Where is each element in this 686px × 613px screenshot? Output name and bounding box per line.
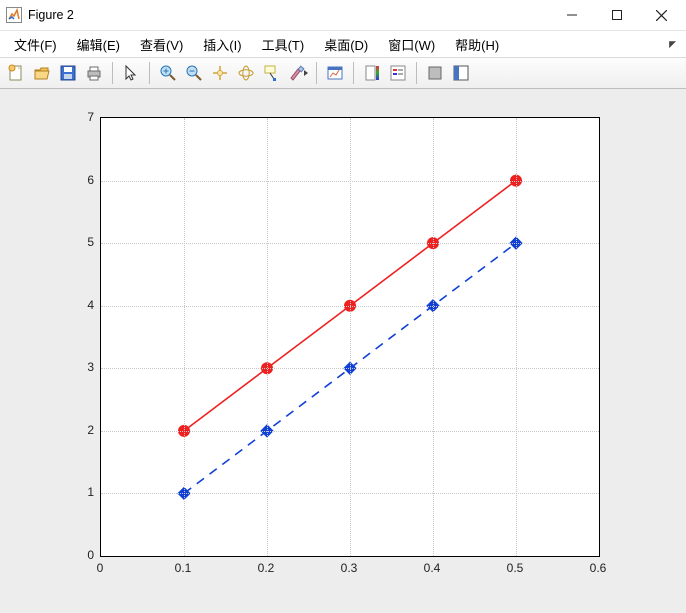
menu-window[interactable]: 窗口(W)	[378, 33, 445, 56]
open-icon[interactable]	[30, 61, 54, 85]
hide-tools-icon[interactable]	[423, 61, 447, 85]
axes[interactable]	[100, 117, 600, 557]
toolbar	[0, 57, 686, 89]
y-tick-label: 1	[66, 485, 94, 499]
menu-insert[interactable]: 插入(I)	[193, 33, 251, 56]
maximize-button[interactable]	[594, 0, 639, 30]
datatip-icon[interactable]	[260, 61, 284, 85]
menu-help[interactable]: 帮助(H)	[445, 33, 509, 56]
toolbar-separator	[112, 62, 113, 84]
x-tick-label: 0.2	[258, 561, 275, 575]
menu-edit[interactable]: 编辑(E)	[67, 33, 130, 56]
figure-area: 0 0.1 0.2 0.3 0.4 0.5 0.6 0 1 2 3 4 5 6 7	[0, 89, 686, 613]
new-figure-icon[interactable]	[4, 61, 28, 85]
y-tick-label: 0	[66, 548, 94, 562]
legend-icon[interactable]	[386, 61, 410, 85]
zoom-in-icon[interactable]	[156, 61, 180, 85]
y-tick-label: 3	[66, 360, 94, 374]
colorbar-icon[interactable]	[360, 61, 384, 85]
menu-view[interactable]: 查看(V)	[130, 33, 193, 56]
y-tick-label: 6	[66, 173, 94, 187]
menu-file[interactable]: 文件(F)	[4, 33, 67, 56]
y-tick-label: 5	[66, 235, 94, 249]
menu-desktop[interactable]: 桌面(D)	[314, 33, 378, 56]
x-tick-label: 0.6	[590, 561, 607, 575]
zoom-out-icon[interactable]	[182, 61, 206, 85]
x-tick-label: 0.1	[175, 561, 192, 575]
save-icon[interactable]	[56, 61, 80, 85]
print-icon[interactable]	[82, 61, 106, 85]
toolbar-separator	[353, 62, 354, 84]
x-tick-label: 0.3	[341, 561, 358, 575]
x-tick-label: 0	[97, 561, 104, 575]
titlebar: Figure 2	[0, 0, 686, 31]
pan-icon[interactable]	[208, 61, 232, 85]
x-tick-label: 0.4	[424, 561, 441, 575]
toolbar-separator	[149, 62, 150, 84]
menu-tools[interactable]: 工具(T)	[252, 33, 315, 56]
menu-overflow-icon[interactable]: ◤	[663, 39, 682, 50]
y-tick-label: 4	[66, 298, 94, 312]
toolbar-separator	[416, 62, 417, 84]
minimize-button[interactable]	[549, 0, 594, 30]
close-button[interactable]	[639, 0, 684, 30]
rotate3d-icon[interactable]	[234, 61, 258, 85]
toolbar-separator	[316, 62, 317, 84]
window-title: Figure 2	[28, 8, 549, 22]
y-tick-label: 2	[66, 423, 94, 437]
pointer-icon[interactable]	[119, 61, 143, 85]
dock-icon[interactable]	[449, 61, 473, 85]
link-plot-icon[interactable]	[323, 61, 347, 85]
brush-icon[interactable]	[286, 61, 310, 85]
y-tick-label: 7	[66, 110, 94, 124]
menubar: 文件(F) 编辑(E) 查看(V) 插入(I) 工具(T) 桌面(D) 窗口(W…	[0, 31, 686, 57]
x-tick-label: 0.5	[507, 561, 524, 575]
matlab-icon	[6, 7, 22, 23]
